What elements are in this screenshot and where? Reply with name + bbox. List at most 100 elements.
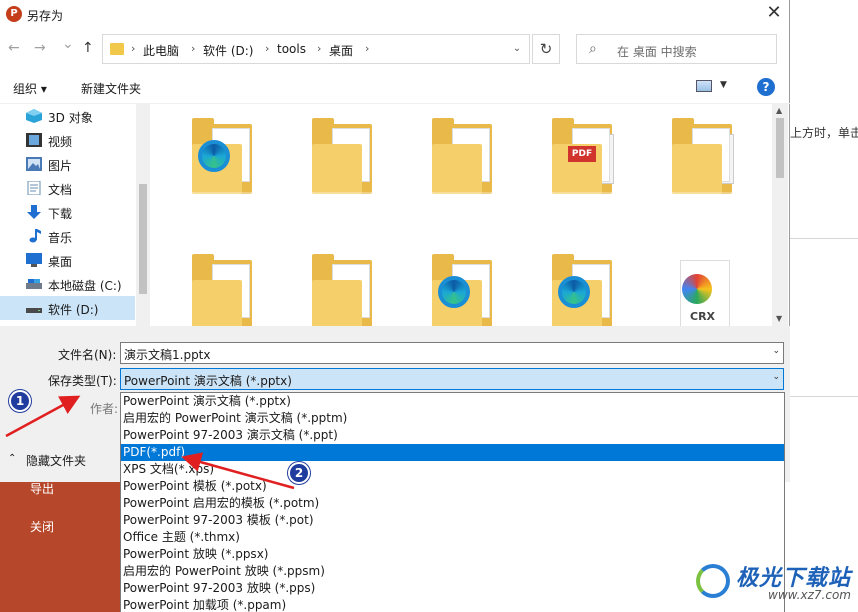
folder-icon bbox=[192, 254, 252, 326]
film-icon bbox=[26, 133, 42, 147]
savetype-option[interactable]: PowerPoint 97-2003 模板 (*.pot) bbox=[121, 512, 784, 529]
savetype-option[interactable]: XPS 文档(*.xps) bbox=[121, 461, 784, 478]
backstage-partial-text: 上方时，单击显 bbox=[790, 126, 858, 140]
sidebar-item-pictures[interactable]: 图片 bbox=[0, 152, 135, 176]
file-tile[interactable] bbox=[186, 246, 258, 326]
file-tile[interactable] bbox=[306, 110, 378, 202]
file-view-scrollbar[interactable]: ▲ ▼ bbox=[772, 104, 788, 326]
view-options-chevron-icon[interactable]: ▼ bbox=[720, 80, 727, 90]
savetype-dropdown-chevron-icon[interactable]: ⌄ bbox=[772, 372, 780, 382]
file-tile[interactable]: PDF bbox=[546, 110, 618, 202]
folder-icon bbox=[312, 118, 372, 194]
file-tile[interactable] bbox=[306, 246, 378, 326]
filename-field[interactable]: 演示文稿1.pptx ⌄ bbox=[120, 342, 784, 364]
scrollbar-thumb[interactable] bbox=[776, 118, 784, 178]
sidebar-item-documents[interactable]: 文档 bbox=[0, 176, 135, 200]
back-arrow-icon[interactable]: ← bbox=[8, 40, 20, 56]
savetype-option[interactable]: PowerPoint 演示文稿 (*.pptx) bbox=[121, 393, 784, 410]
watermark-url: www.xz7.com bbox=[768, 588, 851, 602]
drive-icon bbox=[26, 279, 42, 289]
document-icon bbox=[27, 181, 41, 195]
search-icon: ⌕ bbox=[589, 41, 597, 57]
command-toolbar: 组织 ▾ 新建文件夹 ▼ ? bbox=[0, 72, 790, 104]
sidebar-item-label: 软件 (D:) bbox=[48, 303, 99, 317]
savetype-options-list: PowerPoint 演示文稿 (*.pptx) 启用宏的 PowerPoint… bbox=[120, 392, 785, 612]
search-input[interactable]: ⌕ 在 桌面 中搜索 bbox=[576, 34, 777, 64]
backstage-divider bbox=[790, 396, 858, 397]
savetype-option[interactable]: PowerPoint 97-2003 演示文稿 (*.ppt) bbox=[121, 427, 784, 444]
breadcrumb-tools[interactable]: tools bbox=[277, 42, 306, 56]
powerpoint-app-icon: P bbox=[6, 6, 22, 22]
sidebar-item-label: 视频 bbox=[48, 135, 73, 149]
refresh-button[interactable]: ↻ bbox=[532, 34, 560, 64]
scrollbar-thumb[interactable] bbox=[139, 184, 147, 294]
file-tile[interactable] bbox=[426, 246, 498, 326]
step-badge-1: 1 bbox=[9, 390, 31, 412]
backstage-menu-export[interactable]: 导出 bbox=[30, 480, 54, 497]
file-tile[interactable]: CRX bbox=[666, 246, 738, 326]
sidebar-item-3d-objects[interactable]: 3D 对象 bbox=[0, 104, 135, 128]
filename-dropdown-chevron-icon[interactable]: ⌄ bbox=[772, 346, 780, 356]
file-tile[interactable] bbox=[666, 110, 738, 202]
folder-icon bbox=[672, 118, 734, 194]
savetype-option[interactable]: PowerPoint 加载项 (*.ppam) bbox=[121, 597, 784, 612]
sidebar-item-label: 文档 bbox=[48, 183, 73, 197]
scroll-down-icon[interactable]: ▼ bbox=[776, 314, 782, 323]
help-icon[interactable]: ? bbox=[757, 78, 775, 96]
folder-icon: PDF bbox=[552, 118, 614, 194]
picture-icon bbox=[26, 157, 42, 171]
backstage-menu-close[interactable]: 关闭 bbox=[30, 518, 54, 535]
hide-folders-button[interactable]: 隐藏文件夹 bbox=[26, 452, 86, 469]
folder-icon bbox=[432, 118, 492, 194]
breadcrumb-this-pc[interactable]: 此电脑 bbox=[143, 42, 179, 59]
savetype-value: PowerPoint 演示文稿 (*.pptx) bbox=[124, 374, 292, 388]
savetype-option[interactable]: PowerPoint 放映 (*.ppsx) bbox=[121, 546, 784, 563]
filename-value: 演示文稿1.pptx bbox=[124, 348, 211, 362]
sidebar-item-desktop[interactable]: 桌面 bbox=[0, 248, 135, 272]
savetype-option[interactable]: PowerPoint 97-2003 放映 (*.pps) bbox=[121, 580, 784, 597]
savetype-option[interactable]: 启用宏的 PowerPoint 放映 (*.ppsm) bbox=[121, 563, 784, 580]
sidebar-item-downloads[interactable]: 下载 bbox=[0, 200, 135, 224]
savetype-select[interactable]: PowerPoint 演示文稿 (*.pptx) ⌄ bbox=[120, 368, 784, 390]
backstage-divider bbox=[790, 238, 858, 239]
sidebar-item-label: 图片 bbox=[48, 159, 73, 173]
savetype-option[interactable]: 启用宏的 PowerPoint 演示文稿 (*.pptm) bbox=[121, 410, 784, 427]
address-dropdown-chevron-icon[interactable]: ⌄ bbox=[505, 35, 529, 63]
blurred-filenames bbox=[152, 192, 752, 240]
organize-menu-button[interactable]: 组织 ▾ bbox=[13, 80, 47, 97]
file-tile[interactable] bbox=[186, 110, 258, 202]
breadcrumb-chevron-icon: › bbox=[317, 42, 322, 55]
chevron-up-icon[interactable]: ⌃ bbox=[8, 453, 16, 464]
breadcrumb-drive-d[interactable]: 软件 (D:) bbox=[203, 42, 253, 59]
title-bar: P 另存为 ✕ bbox=[0, 0, 790, 30]
sidebar-item-drive-d[interactable]: 软件 (D:) bbox=[0, 296, 135, 320]
chrome-extension-icon bbox=[682, 274, 712, 304]
navigation-row: ← → ⌄ ↑ › 此电脑 › 软件 (D:) › tools › 桌面 › ⌄… bbox=[0, 32, 790, 66]
up-arrow-icon[interactable]: ↑ bbox=[82, 40, 94, 56]
savetype-option[interactable]: Office 主题 (*.thmx) bbox=[121, 529, 784, 546]
savetype-option[interactable]: PowerPoint 启用宏的模板 (*.potm) bbox=[121, 495, 784, 512]
savetype-option[interactable]: PowerPoint 模板 (*.potx) bbox=[121, 478, 784, 495]
sidebar-item-local-disk-c[interactable]: 本地磁盘 (C:) bbox=[0, 272, 135, 296]
file-tile[interactable] bbox=[546, 246, 618, 326]
breadcrumb-chevron-icon: › bbox=[131, 42, 136, 55]
close-button[interactable]: ✕ bbox=[762, 3, 786, 25]
watermark: 极光下载站 www.xz7.com bbox=[690, 556, 854, 608]
sidebar-item-label: 桌面 bbox=[48, 255, 73, 269]
recent-locations-chevron-icon[interactable]: ⌄ bbox=[62, 36, 74, 52]
navigation-pane-scrollbar[interactable] bbox=[136, 104, 150, 326]
breadcrumb-desktop[interactable]: 桌面 bbox=[329, 42, 353, 59]
breadcrumb-chevron-icon: › bbox=[265, 42, 270, 55]
file-tile[interactable] bbox=[426, 110, 498, 202]
edge-browser-icon bbox=[198, 140, 230, 172]
new-folder-button[interactable]: 新建文件夹 bbox=[81, 80, 141, 97]
cube-icon bbox=[26, 109, 42, 123]
change-view-icon[interactable] bbox=[696, 80, 712, 92]
breadcrumb-chevron-icon: › bbox=[365, 42, 370, 55]
sidebar-item-music[interactable]: 音乐 bbox=[0, 224, 135, 248]
sidebar-item-videos[interactable]: 视频 bbox=[0, 128, 135, 152]
scroll-up-icon[interactable]: ▲ bbox=[776, 106, 782, 115]
savetype-option-pdf[interactable]: PDF(*.pdf) bbox=[121, 444, 784, 461]
address-bar[interactable]: › 此电脑 › 软件 (D:) › tools › 桌面 › ⌄ bbox=[102, 34, 530, 64]
forward-arrow-icon[interactable]: → bbox=[34, 40, 46, 56]
